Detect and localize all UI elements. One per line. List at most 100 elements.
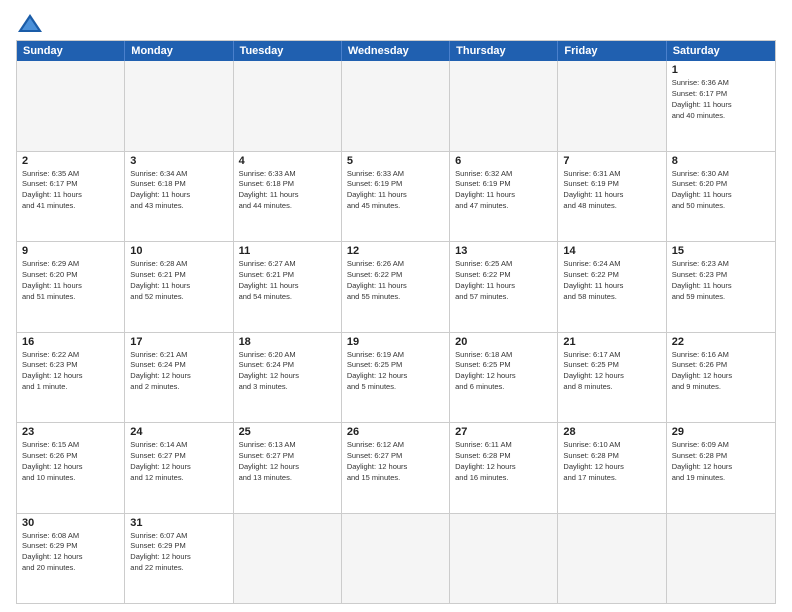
day-number: 16 xyxy=(22,336,119,348)
logo-icon xyxy=(16,12,44,34)
day-info: Sunrise: 6:35 AM Sunset: 6:17 PM Dayligh… xyxy=(22,169,119,213)
calendar-day-cell: 27 Sunrise: 6:11 AM Sunset: 6:28 PM Dayli… xyxy=(450,423,558,513)
day-info: Sunrise: 6:28 AM Sunset: 6:21 PM Dayligh… xyxy=(130,259,227,303)
calendar-day-cell: 15 Sunrise: 6:23 AM Sunset: 6:23 PM Dayli… xyxy=(667,242,775,332)
calendar-day-cell: 10 Sunrise: 6:28 AM Sunset: 6:21 PM Dayli… xyxy=(125,242,233,332)
day-info: Sunrise: 6:30 AM Sunset: 6:20 PM Dayligh… xyxy=(672,169,770,213)
calendar-day-cell: 3Sunrise: 6:34 AM Sunset: 6:18 PM Daylig… xyxy=(125,152,233,242)
day-number: 31 xyxy=(130,517,227,529)
calendar-empty-cell xyxy=(558,514,666,604)
calendar-header-cell: Sunday xyxy=(17,41,125,61)
day-number: 14 xyxy=(563,245,660,257)
day-number: 12 xyxy=(347,245,444,257)
day-number: 21 xyxy=(563,336,660,348)
day-number: 28 xyxy=(563,426,660,438)
day-number: 18 xyxy=(239,336,336,348)
day-info: Sunrise: 6:12 AM Sunset: 6:27 PM Dayligh… xyxy=(347,440,444,484)
calendar-week-row: 23 Sunrise: 6:15 AM Sunset: 6:26 PM Dayli… xyxy=(17,423,775,514)
day-info: Sunrise: 6:31 AM Sunset: 6:19 PM Dayligh… xyxy=(563,169,660,213)
day-number: 17 xyxy=(130,336,227,348)
calendar-header-row: SundayMondayTuesdayWednesdayThursdayFrid… xyxy=(17,41,775,61)
calendar-header-cell: Wednesday xyxy=(342,41,450,61)
day-number: 25 xyxy=(239,426,336,438)
day-number: 13 xyxy=(455,245,552,257)
day-number: 15 xyxy=(672,245,770,257)
day-info: Sunrise: 6:34 AM Sunset: 6:18 PM Dayligh… xyxy=(130,169,227,213)
day-number: 30 xyxy=(22,517,119,529)
calendar-empty-cell xyxy=(17,61,125,151)
calendar-empty-cell xyxy=(342,514,450,604)
calendar-day-cell: 31 Sunrise: 6:07 AM Sunset: 6:29 PM Dayli… xyxy=(125,514,233,604)
calendar-week-row: 30 Sunrise: 6:08 AM Sunset: 6:29 PM Dayli… xyxy=(17,514,775,604)
calendar-day-cell: 24Sunrise: 6:14 AM Sunset: 6:27 PM Dayli… xyxy=(125,423,233,513)
calendar-day-cell: 22 Sunrise: 6:16 AM Sunset: 6:26 PM Dayli… xyxy=(667,333,775,423)
calendar-day-cell: 5 Sunrise: 6:33 AM Sunset: 6:19 PM Daylig… xyxy=(342,152,450,242)
day-info: Sunrise: 6:18 AM Sunset: 6:25 PM Dayligh… xyxy=(455,350,552,394)
day-number: 6 xyxy=(455,155,552,167)
calendar-day-cell: 30 Sunrise: 6:08 AM Sunset: 6:29 PM Dayli… xyxy=(17,514,125,604)
day-info: Sunrise: 6:17 AM Sunset: 6:25 PM Dayligh… xyxy=(563,350,660,394)
calendar-day-cell: 18 Sunrise: 6:20 AM Sunset: 6:24 PM Dayli… xyxy=(234,333,342,423)
day-number: 9 xyxy=(22,245,119,257)
day-info: Sunrise: 6:07 AM Sunset: 6:29 PM Dayligh… xyxy=(130,531,227,575)
day-info: Sunrise: 6:33 AM Sunset: 6:18 PM Dayligh… xyxy=(239,169,336,213)
calendar-day-cell: 13 Sunrise: 6:25 AM Sunset: 6:22 PM Dayli… xyxy=(450,242,558,332)
calendar-day-cell: 29 Sunrise: 6:09 AM Sunset: 6:28 PM Dayli… xyxy=(667,423,775,513)
calendar-week-row: 16 Sunrise: 6:22 AM Sunset: 6:23 PM Dayli… xyxy=(17,333,775,424)
day-info: Sunrise: 6:24 AM Sunset: 6:22 PM Dayligh… xyxy=(563,259,660,303)
calendar-empty-cell xyxy=(234,514,342,604)
calendar-empty-cell xyxy=(234,61,342,151)
calendar-day-cell: 7 Sunrise: 6:31 AM Sunset: 6:19 PM Daylig… xyxy=(558,152,666,242)
day-number: 10 xyxy=(130,245,227,257)
day-info: Sunrise: 6:23 AM Sunset: 6:23 PM Dayligh… xyxy=(672,259,770,303)
day-number: 7 xyxy=(563,155,660,167)
calendar-day-cell: 28 Sunrise: 6:10 AM Sunset: 6:28 PM Dayli… xyxy=(558,423,666,513)
day-info: Sunrise: 6:14 AM Sunset: 6:27 PM Dayligh… xyxy=(130,440,227,484)
day-info: Sunrise: 6:25 AM Sunset: 6:22 PM Dayligh… xyxy=(455,259,552,303)
calendar-empty-cell xyxy=(125,61,233,151)
header xyxy=(16,12,776,34)
day-number: 20 xyxy=(455,336,552,348)
day-number: 29 xyxy=(672,426,770,438)
calendar-day-cell: 1 Sunrise: 6:36 AM Sunset: 6:17 PM Daylig… xyxy=(667,61,775,151)
day-info: Sunrise: 6:11 AM Sunset: 6:28 PM Dayligh… xyxy=(455,440,552,484)
day-info: Sunrise: 6:16 AM Sunset: 6:26 PM Dayligh… xyxy=(672,350,770,394)
calendar-week-row: 9 Sunrise: 6:29 AM Sunset: 6:20 PM Daylig… xyxy=(17,242,775,333)
calendar-day-cell: 25Sunrise: 6:13 AM Sunset: 6:27 PM Dayli… xyxy=(234,423,342,513)
day-number: 22 xyxy=(672,336,770,348)
day-info: Sunrise: 6:22 AM Sunset: 6:23 PM Dayligh… xyxy=(22,350,119,394)
calendar-day-cell: 20 Sunrise: 6:18 AM Sunset: 6:25 PM Dayli… xyxy=(450,333,558,423)
calendar-day-cell: 4 Sunrise: 6:33 AM Sunset: 6:18 PM Daylig… xyxy=(234,152,342,242)
day-number: 1 xyxy=(672,64,770,76)
calendar-day-cell: 21 Sunrise: 6:17 AM Sunset: 6:25 PM Dayli… xyxy=(558,333,666,423)
calendar-day-cell: 11 Sunrise: 6:27 AM Sunset: 6:21 PM Dayli… xyxy=(234,242,342,332)
calendar-day-cell: 14 Sunrise: 6:24 AM Sunset: 6:22 PM Dayli… xyxy=(558,242,666,332)
day-number: 5 xyxy=(347,155,444,167)
day-number: 11 xyxy=(239,245,336,257)
day-info: Sunrise: 6:20 AM Sunset: 6:24 PM Dayligh… xyxy=(239,350,336,394)
calendar-empty-cell xyxy=(450,61,558,151)
day-number: 23 xyxy=(22,426,119,438)
day-info: Sunrise: 6:19 AM Sunset: 6:25 PM Dayligh… xyxy=(347,350,444,394)
calendar-body: 1 Sunrise: 6:36 AM Sunset: 6:17 PM Daylig… xyxy=(17,61,775,603)
calendar-day-cell: 16 Sunrise: 6:22 AM Sunset: 6:23 PM Dayli… xyxy=(17,333,125,423)
day-info: Sunrise: 6:15 AM Sunset: 6:26 PM Dayligh… xyxy=(22,440,119,484)
day-number: 4 xyxy=(239,155,336,167)
day-number: 27 xyxy=(455,426,552,438)
day-number: 26 xyxy=(347,426,444,438)
day-info: Sunrise: 6:08 AM Sunset: 6:29 PM Dayligh… xyxy=(22,531,119,575)
day-info: Sunrise: 6:36 AM Sunset: 6:17 PM Dayligh… xyxy=(672,78,770,122)
calendar-day-cell: 12Sunrise: 6:26 AM Sunset: 6:22 PM Dayli… xyxy=(342,242,450,332)
calendar-day-cell: 17Sunrise: 6:21 AM Sunset: 6:24 PM Dayli… xyxy=(125,333,233,423)
calendar-empty-cell xyxy=(450,514,558,604)
logo xyxy=(16,12,52,34)
calendar-day-cell: 19Sunrise: 6:19 AM Sunset: 6:25 PM Dayli… xyxy=(342,333,450,423)
calendar-header-cell: Saturday xyxy=(667,41,775,61)
day-info: Sunrise: 6:29 AM Sunset: 6:20 PM Dayligh… xyxy=(22,259,119,303)
day-info: Sunrise: 6:27 AM Sunset: 6:21 PM Dayligh… xyxy=(239,259,336,303)
day-info: Sunrise: 6:09 AM Sunset: 6:28 PM Dayligh… xyxy=(672,440,770,484)
day-info: Sunrise: 6:33 AM Sunset: 6:19 PM Dayligh… xyxy=(347,169,444,213)
page: SundayMondayTuesdayWednesdayThursdayFrid… xyxy=(0,0,792,612)
calendar-day-cell: 6Sunrise: 6:32 AM Sunset: 6:19 PM Daylig… xyxy=(450,152,558,242)
day-info: Sunrise: 6:10 AM Sunset: 6:28 PM Dayligh… xyxy=(563,440,660,484)
